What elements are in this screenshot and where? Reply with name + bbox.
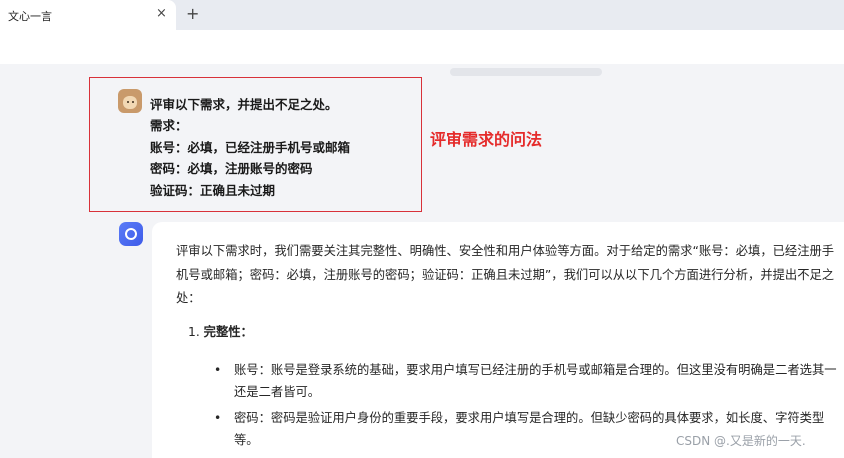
bot-avatar-icon (119, 222, 143, 246)
section-number: 1. (188, 325, 200, 339)
annotation-label: 评审需求的问法 (430, 130, 543, 149)
watermark: CSDN @.又是新的一天. (676, 434, 806, 448)
list-item: • 账号：账号是登录系统的基础，要求用户填写已经注册的手机号或邮箱是合理的。但这… (214, 359, 840, 403)
tab-title: 文心一言 (8, 10, 52, 23)
new-tab-icon[interactable]: + (186, 4, 199, 23)
scroll-pill (450, 68, 602, 76)
bot-intro: 评审以下需求时，我们需要关注其完整性、明确性、安全性和用户体验等方面。对于给定的… (176, 244, 835, 306)
highlight-box (89, 77, 422, 212)
section-title: 完整性： (203, 325, 253, 339)
bullet-icon: • (214, 363, 222, 377)
bullet-icon: • (214, 411, 222, 425)
browser-tab-strip: 文心一言 × + (0, 0, 844, 30)
list-item-text: 账号：账号是登录系统的基础，要求用户填写已经注册的手机号或邮箱是合理的。但这里没… (234, 363, 837, 399)
section-heading: 1. 完整性： (188, 322, 253, 340)
browser-toolbar (0, 30, 844, 64)
close-icon[interactable]: × (156, 6, 167, 21)
browser-tab[interactable]: 文心一言 × (0, 0, 176, 30)
bot-reply: 评审以下需求时，我们需要关注其完整性、明确性、安全性和用户体验等方面。对于给定的… (176, 240, 840, 311)
